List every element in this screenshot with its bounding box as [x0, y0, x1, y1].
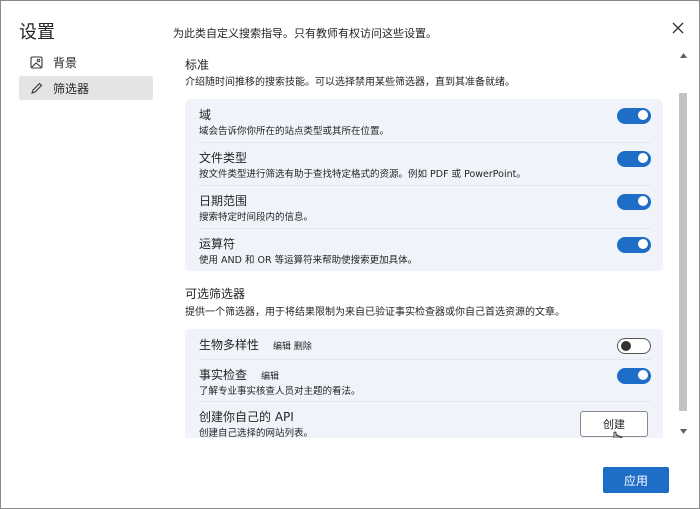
filter-row-file-type: 文件类型 按文件类型进行筛选有助于查找特定格式的资源。例如 PDF 或 Powe… — [185, 142, 663, 184]
filter-desc: 搜索特定时间段内的信息。 — [199, 212, 314, 223]
filter-title: 运算符 — [199, 237, 236, 251]
filter-row-domain: 域 域会告诉你你所在的站点类型或其所在位置。 — [185, 99, 663, 141]
intro-text: 为此类自定义搜索指导。只有教师有权访问这些设置。 — [173, 27, 437, 40]
sidebar-item-background[interactable]: 背景 — [19, 50, 153, 74]
biodiversity-toggle[interactable] — [617, 338, 651, 354]
delete-link[interactable]: 删除 — [294, 342, 312, 352]
filter-row-date-range: 日期范围 搜索特定时间段内的信息。 — [185, 185, 663, 227]
operators-toggle[interactable] — [617, 237, 651, 253]
hand-cursor-icon — [613, 431, 623, 438]
filter-title-text: 事实检查 — [199, 368, 248, 382]
filter-row-operators: 运算符 使用 AND 和 OR 等运算符来帮助使搜索更加具体。 — [185, 228, 663, 270]
optional-filters-card: 生物多样性 编辑 删除 事实检查 编辑 了解专业事实核查人员对主题的看法。 创建你自… — [185, 329, 663, 438]
filter-title: 生物多样性 编辑 删除 — [199, 336, 312, 353]
filter-title: 日期范围 — [199, 194, 248, 208]
fact-check-toggle[interactable] — [617, 368, 651, 384]
filter-desc: 域会告诉你你所在的站点类型或其所在位置。 — [199, 126, 390, 137]
filter-row-create-api: 创建你自己的 API 创建自己选择的网站列表。 创建 — [185, 401, 663, 438]
date-range-toggle[interactable] — [617, 194, 651, 210]
scroll-down-icon[interactable] — [679, 427, 687, 435]
settings-dialog: 设置 背景 筛选器 为此类自定义搜索指导。只有教师有权访问这些设置。 标准 介绍 — [0, 0, 700, 509]
pencil-icon — [29, 81, 43, 95]
optional-section-title: 可选筛选器 — [185, 287, 246, 301]
standard-section-title: 标准 — [185, 58, 210, 72]
filter-title: 文件类型 — [199, 151, 248, 165]
sidebar-item-label: 背景 — [53, 55, 78, 70]
filter-title: 创建你自己的 API — [199, 410, 294, 424]
standard-section-desc: 介绍随时间推移的搜索技能。可以选择禁用某些筛选器，直到其准备就绪。 — [185, 77, 515, 88]
filter-title: 域 — [199, 108, 212, 122]
edit-link[interactable]: 编辑 — [273, 342, 291, 352]
filter-desc: 使用 AND 和 OR 等运算符来帮助使搜索更加具体。 — [199, 255, 418, 266]
filter-row-fact-check: 事实检查 编辑 了解专业事实核查人员对主题的看法。 — [185, 359, 663, 401]
vertical-scrollbar[interactable] — [677, 49, 689, 438]
filter-title: 事实检查 编辑 — [199, 366, 279, 383]
apply-button[interactable]: 应用 — [603, 467, 669, 493]
filter-title-text: 生物多样性 — [199, 338, 260, 352]
dialog-title: 设置 — [19, 22, 55, 43]
file-type-toggle[interactable] — [617, 151, 651, 167]
filter-desc: 按文件类型进行筛选有助于查找特定格式的资源。例如 PDF 或 PowerPoin… — [199, 169, 526, 180]
filter-desc: 创建自己选择的网站列表。 — [199, 428, 314, 438]
filters-panel[interactable]: 标准 介绍随时间推移的搜索技能。可以选择禁用某些筛选器，直到其准备就绪。 域 域… — [173, 49, 689, 438]
image-icon — [29, 55, 43, 69]
close-button[interactable] — [667, 17, 689, 39]
standard-filters-card: 域 域会告诉你你所在的站点类型或其所在位置。 文件类型 按文件类型进行筛选有助于… — [185, 99, 663, 271]
edit-link[interactable]: 编辑 — [261, 372, 279, 382]
optional-section-desc: 提供一个筛选器，用于将结果限制为来自已验证事实检查器或你自己首选资源的文章。 — [185, 307, 565, 318]
close-icon — [672, 22, 684, 34]
domain-toggle[interactable] — [617, 108, 651, 124]
scroll-up-icon[interactable] — [679, 51, 687, 59]
sidebar-item-filters[interactable]: 筛选器 — [19, 76, 153, 100]
scroll-thumb[interactable] — [679, 93, 687, 411]
filter-desc: 了解专业事实核查人员对主题的看法。 — [199, 386, 361, 397]
sidebar-item-label: 筛选器 — [53, 81, 90, 96]
